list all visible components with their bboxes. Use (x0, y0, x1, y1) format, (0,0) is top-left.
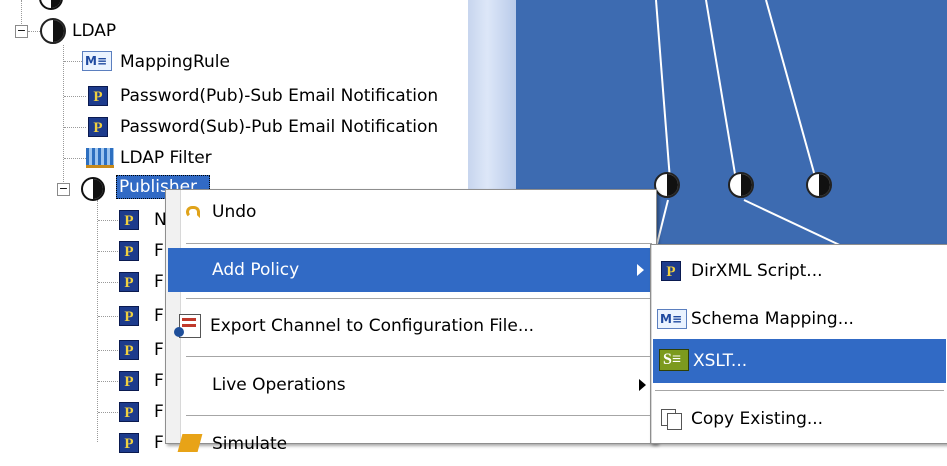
tree-item-policy[interactable]: F (154, 301, 164, 331)
tree-item-policy[interactable]: F (154, 428, 164, 458)
menu-item-label: Live Operations (212, 375, 346, 395)
tree-item-label: LDAP Filter (120, 148, 212, 168)
tree-item-policy[interactable]: F (154, 397, 164, 427)
menu-separator (186, 298, 652, 299)
submenu-arrow-icon (637, 264, 644, 276)
menu-item-xslt[interactable]: S≡ XSLT... (653, 339, 946, 383)
menu-separator (186, 356, 652, 357)
menu-item-label: Export Channel to Configuration File... (210, 316, 535, 336)
xslt-icon: S≡ (659, 349, 689, 371)
menu-separator (655, 390, 944, 391)
menu-item-dirxml-script[interactable]: P DirXML Script... (651, 249, 947, 293)
tree-item-policy[interactable]: F (154, 236, 164, 266)
canvas-node-icon[interactable] (728, 172, 754, 198)
tree-guide-line (64, 127, 86, 128)
tree-item-policy[interactable]: F (154, 267, 164, 297)
tree-item-label: F (154, 241, 164, 261)
collapse-toggle[interactable]: − (57, 183, 70, 196)
policy-p-icon: P (88, 86, 108, 106)
policy-p-icon: P (119, 340, 139, 360)
driver-node-icon (39, 0, 63, 10)
menu-item-label: Simulate (212, 434, 288, 454)
tree-guide-line (98, 316, 118, 317)
menu-separator (186, 415, 652, 416)
tree-item-label: F (154, 402, 164, 422)
menu-item-export-channel[interactable]: Export Channel to Configuration File... (166, 304, 656, 348)
tree-item-label: MappingRule (120, 52, 230, 72)
policy-p-icon: P (88, 117, 108, 137)
policy-p-icon: P (119, 272, 139, 292)
filter-icon (86, 148, 114, 168)
canvas-node-icon[interactable] (654, 172, 680, 198)
policy-p-icon: P (119, 210, 139, 230)
policy-p-icon: P (661, 261, 681, 281)
menu-item-label: Undo (212, 202, 257, 222)
tree-guide-line (63, 45, 64, 190)
policy-p-icon: P (119, 241, 139, 261)
tree-item-label: F (154, 371, 164, 391)
menu-separator (186, 243, 652, 244)
policy-p-icon: P (119, 402, 139, 422)
tree-guide-line (98, 412, 118, 413)
tree-item-mapping-rule[interactable]: MappingRule (120, 47, 230, 77)
tree-guide-line (64, 61, 82, 62)
mapping-rule-icon: M≡ (657, 309, 687, 329)
tree-guide-line (64, 158, 86, 159)
menu-item-label: Copy Existing... (691, 409, 824, 429)
undo-icon (186, 206, 200, 218)
tree-item-policy[interactable]: F (154, 335, 164, 365)
publisher-node-icon (81, 177, 105, 201)
menu-item-live-operations[interactable]: Live Operations (166, 363, 656, 407)
tree-guide-line (97, 200, 98, 442)
ldap-node-icon (40, 18, 66, 44)
menu-item-copy-existing[interactable]: Copy Existing... (651, 397, 947, 441)
tree-item-policy[interactable]: F (154, 366, 164, 396)
canvas-node-icon[interactable] (806, 172, 832, 198)
tree-item-label: LDAP (72, 21, 117, 41)
tree-guide-line (98, 381, 118, 382)
add-policy-submenu: P DirXML Script... M≡ Schema Mapping... … (650, 244, 947, 444)
tree-guide-line (28, 31, 40, 32)
context-menu: Undo Add Policy Export Channel to Config… (165, 189, 657, 454)
tree-item-password-sub-pub[interactable]: Password(Sub)-Pub Email Notification (120, 112, 438, 142)
tree-item-label: Password(Sub)-Pub Email Notification (120, 117, 439, 137)
tree-guide-line (98, 251, 118, 252)
tree-item-label: F (154, 306, 164, 326)
export-icon (174, 314, 201, 338)
policy-p-icon: P (119, 433, 139, 453)
menu-item-simulate[interactable]: Simulate (166, 422, 656, 466)
collapse-toggle[interactable]: − (15, 25, 28, 38)
menu-item-label: Add Policy (212, 260, 300, 280)
tree-item-ldap-filter[interactable]: LDAP Filter (120, 143, 212, 173)
menu-item-undo[interactable]: Undo (166, 190, 656, 234)
tree-item-label: F (154, 433, 164, 453)
tree-item-ldap[interactable]: LDAP (72, 16, 116, 46)
tree-item-password-pub-sub[interactable]: Password(Pub)-Sub Email Notification (120, 81, 438, 111)
simulate-icon (177, 434, 203, 452)
menu-item-add-policy[interactable]: Add Policy (168, 248, 654, 292)
menu-item-label: XSLT... (693, 351, 748, 371)
tree-guide-line (98, 220, 118, 221)
tree-item-label: F (154, 272, 164, 292)
menu-item-schema-mapping[interactable]: M≡ Schema Mapping... (651, 297, 947, 341)
menu-item-label: Schema Mapping... (691, 309, 854, 329)
tree-guide-line (64, 96, 86, 97)
submenu-arrow-icon (639, 379, 646, 391)
policy-p-icon: P (119, 371, 139, 391)
tree-item-label: Password(Pub)-Sub Email Notification (120, 86, 439, 106)
menu-item-label: DirXML Script... (691, 261, 823, 281)
tree-guide-line (98, 350, 118, 351)
tree-item-label: F (154, 340, 164, 360)
tree-guide-line (98, 282, 118, 283)
copy-icon (661, 409, 682, 430)
policy-p-icon: P (119, 306, 139, 326)
mapping-rule-icon: M≡ (82, 51, 112, 71)
